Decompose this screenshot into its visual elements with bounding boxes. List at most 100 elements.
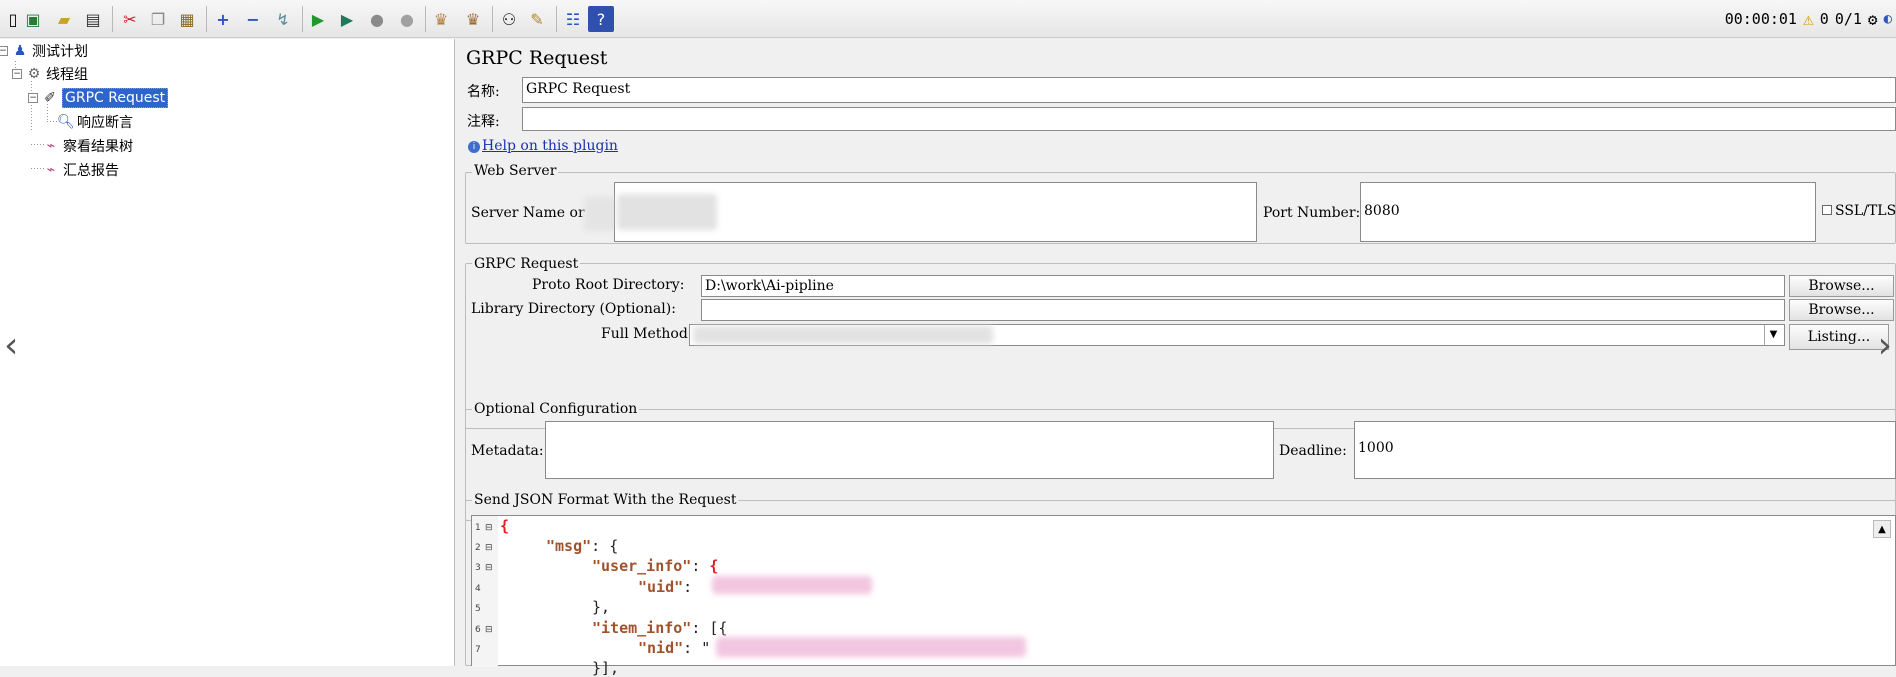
port-number-field[interactable]: 8080 [1360,182,1816,242]
tree-item-label: GRPC Request [62,88,169,108]
elapsed-time: 00:00:01 [1724,10,1797,28]
warning-icon[interactable]: ⚠ [1803,9,1814,30]
collapse-toggle-icon[interactable]: − [12,69,22,79]
port-number-label: Port Number: [1263,205,1361,221]
library-directory-field[interactable] [701,299,1785,321]
fold-marker-icon[interactable]: ⊟ [485,563,493,573]
test-plan-tree: − ♟ 测试计划 − ⚙ 线程组 − ✐ GRPC Request 🔍︎ 响应断… [0,39,455,666]
start-no-pause-icon[interactable]: ▶ [334,6,360,32]
tree-item-response-assertion[interactable]: 🔍︎ 响应断言 [57,111,133,133]
code-line-nid: "nid": " [638,639,711,657]
chevron-left-icon[interactable]: ‹ [4,325,18,366]
comment-field[interactable] [522,107,1896,131]
function-helper-icon[interactable]: ☷ [560,6,586,32]
thread-count: 0/1 [1834,10,1862,28]
tree-item-label: 测试计划 [32,44,88,60]
stop-icon[interactable]: ● [364,6,390,32]
sampler-pipette-icon: ✐ [44,90,56,106]
grpc-request-group-title: GRPC Request [472,256,581,272]
code-line-close: }, [592,598,611,616]
open-folder-icon[interactable]: ▰ [51,6,77,32]
code-line-item-info: "item_info": [{ [592,619,728,637]
web-server-group-title: Web Server [472,163,559,179]
paste-icon[interactable]: ▦ [174,6,200,32]
redacted-server-value [617,194,717,230]
deadline-label: Deadline: [1279,443,1347,459]
assertion-magnifier-icon: 🔍︎ [57,114,75,130]
templates-icon[interactable]: ▣ [20,6,46,32]
metadata-field[interactable] [545,421,1274,479]
remote-icon[interactable]: ◐ [1884,11,1892,27]
library-browse-button[interactable]: Browse... [1789,299,1894,321]
ssl-tls-label: SSL/TLS [1835,203,1896,219]
test-plan-icon: ♟ [13,43,27,59]
metadata-label: Metadata: [471,443,544,459]
tree-item-label: 线程组 [46,67,88,83]
chevron-down-icon[interactable]: ▼ [1764,325,1782,345]
chevron-right-icon[interactable]: › [1878,325,1892,366]
json-request-editor[interactable]: 1 2 3 4 5 6 7 ⊟ ⊟ ⊟ ⊟ { "msg": { "user_i… [471,515,1896,677]
ssl-tls-checkbox[interactable] [1822,205,1832,215]
redacted-uid-value [712,576,872,594]
comment-label: 注释: [467,114,500,130]
code-line-msg: "msg": { [546,537,619,555]
save-icon[interactable]: ▤ [80,6,106,32]
toggle-icon[interactable]: ↯ [270,6,296,32]
clear-all-icon[interactable]: ♛ [460,6,486,32]
collapse-toggle-icon[interactable]: − [28,93,38,103]
tree-item-view-results-tree[interactable]: ⌁ 察看结果树 [43,135,133,157]
library-directory-label: Library Directory (Optional): [471,301,676,317]
name-field[interactable]: GRPC Request [522,77,1896,103]
shutdown-icon[interactable]: ● [394,6,420,32]
name-label: 名称: [467,84,500,100]
help-icon[interactable]: ? [588,6,614,32]
listing-button[interactable]: Listing... [1789,324,1889,350]
tree-item-thread-group[interactable]: − ⚙ 线程组 [12,63,88,85]
proto-browse-button[interactable]: Browse... [1789,275,1894,297]
page-title: GRPC Request [466,47,608,69]
line-number: 5 [475,604,481,614]
listener-chart-icon: ⌁ [46,162,56,178]
tree-item-label: 汇总报告 [63,163,119,179]
fold-marker-icon[interactable]: ⊟ [485,523,493,533]
search-icon[interactable]: ⚇ [496,6,522,32]
code-line-close-array: }], [592,659,620,677]
clear-icon[interactable]: ♛ [428,6,454,32]
deadline-field[interactable]: 1000 [1354,421,1896,479]
fold-marker-icon[interactable]: ⊟ [485,625,493,635]
collapse-toggle-icon[interactable]: − [0,46,8,56]
help-link[interactable]: Help on this plugin [482,138,618,154]
tree-item-label: 响应断言 [77,115,133,131]
toolbar: ▯ ▣ ▰ ▤ ✂ ❐ ▦ + − ↯ ▶ ▶ ● ● ♛ ♛ ⚇ ✎ ☷ ? … [0,0,1896,38]
cut-icon[interactable]: ✂ [117,6,143,32]
line-number: 2 [475,543,481,553]
line-number-gutter: 1 2 3 4 5 6 7 ⊟ ⊟ ⊟ ⊟ [472,516,498,667]
collapse-icon[interactable]: − [240,6,266,32]
line-number: 7 [475,645,481,655]
proto-root-directory-field[interactable]: D:\work\Ai-pipline [701,275,1785,297]
json-request-group-title: Send JSON Format With the Request [472,492,739,508]
info-icon: i [468,141,480,153]
tree-item-test-plan[interactable]: − ♟ 测试计划 [0,40,88,62]
listener-chart-icon: ⌁ [46,138,56,154]
line-number: 1 [475,523,481,533]
expand-icon[interactable]: + [210,6,236,32]
fold-marker-icon[interactable]: ⊟ [485,543,493,553]
gear-icon[interactable]: ⚙ [1868,10,1878,29]
start-icon[interactable]: ▶ [305,6,331,32]
copy-icon[interactable]: ❐ [145,6,171,32]
thread-group-gear-icon: ⚙ [27,66,41,82]
line-number: 6 [475,625,481,635]
reset-search-icon[interactable]: ✎ [524,6,550,32]
optional-configuration-group-title: Optional Configuration [472,401,640,417]
tree-item-summary-report[interactable]: ⌁ 汇总报告 [43,159,119,181]
tree-item-grpc-request[interactable]: − ✐ GRPC Request [28,87,169,109]
status-bar: 00:00:01 ⚠ 0 0/1 ⚙ ◐ [1725,0,1896,38]
code-open-brace: { [500,517,510,535]
line-number: 4 [475,584,481,594]
server-name-label: Server Name or [471,205,585,221]
scroll-up-arrow-icon[interactable]: ▲ [1873,520,1891,538]
redacted-nid-value [716,637,1026,657]
code-line-uid: "uid": [638,578,702,596]
full-method-label: Full Method: [601,326,693,342]
